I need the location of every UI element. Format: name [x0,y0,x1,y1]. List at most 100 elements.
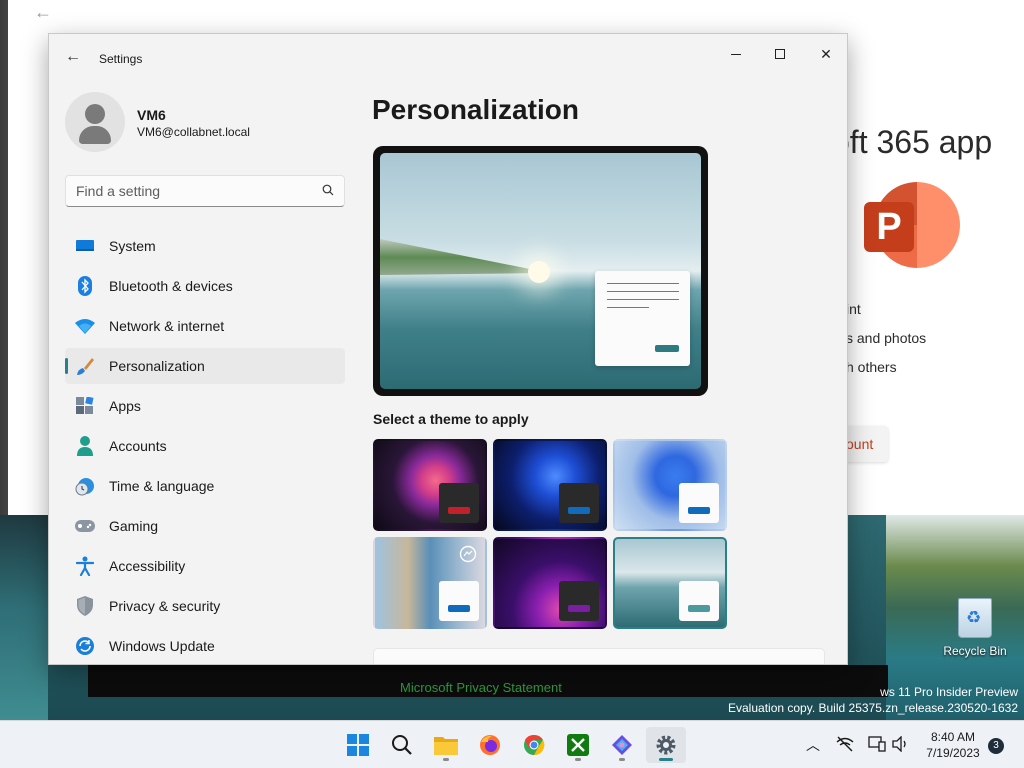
back-arrow-icon[interactable]: ← [65,48,81,66]
office-app-title: oft 365 app [832,124,993,160]
nav-label: Time & language [109,478,215,494]
avatar[interactable] [65,92,125,152]
taskbar-clock[interactable]: 8:40 AM 7/19/2023 [920,729,986,761]
firefox-button[interactable] [470,727,510,763]
gamepad-icon [75,516,95,536]
nav-label: Privacy & security [109,598,221,614]
chevron-up-icon: ︿ [806,737,820,753]
powerpoint-logo-icon: P [864,182,960,270]
chrome-button[interactable] [514,727,554,763]
display-icon [868,736,886,752]
clock-globe-icon [75,476,95,496]
recycle-bin-shortcut[interactable]: ♻ Recycle Bin [942,598,1008,658]
theme-section-heading: Select a theme to apply [373,411,529,427]
start-button[interactable] [338,727,378,763]
nav-item-network[interactable]: Network & internet [65,308,345,344]
nav-item-system[interactable]: System [65,228,345,264]
nav-label: Windows Update [109,638,215,654]
nav-label: Gaming [109,518,159,534]
os-watermark-line: Evaluation copy. Build 25375.zn_release.… [728,701,1018,715]
office-feature-line: s and photos [846,330,927,346]
minimize-icon [731,53,741,55]
nav-item-gaming[interactable]: Gaming [65,508,345,544]
settings-icon [656,735,676,755]
show-hidden-icons-button[interactable]: ︿ [806,735,820,755]
apps-icon [75,396,95,416]
maximize-button[interactable] [757,40,803,68]
search-box[interactable] [65,175,345,207]
copilot-button[interactable] [602,727,642,763]
system-icon [75,236,95,256]
nav-label: Accounts [109,438,167,454]
settings-taskbar-button[interactable] [646,727,686,763]
privacy-statement-link[interactable]: Microsoft Privacy Statement [400,680,562,695]
network-status-button[interactable] [836,736,854,755]
accounts-icon [75,436,95,456]
theme-tile-lake[interactable] [613,537,727,629]
theme-tile-flower[interactable] [373,439,487,531]
theme-tile-spotlight[interactable] [373,537,487,629]
file-explorer-icon [434,737,458,755]
nav-label: Personalization [109,358,205,374]
os-watermark-line: ws 11 Pro Insider Preview [880,685,1018,699]
search-input[interactable] [76,183,306,199]
xbox-button[interactable] [558,727,598,763]
start-icon [347,734,369,756]
nav-label: System [109,238,156,254]
maximize-icon [775,49,785,59]
file-explorer-button[interactable] [426,727,466,763]
nav-label: Apps [109,398,141,414]
nav-label: Network & internet [109,318,225,334]
nav-item-accessibility[interactable]: Accessibility [65,548,345,584]
theme-tile-bloom-dark[interactable] [493,439,607,531]
firefox-icon [480,735,500,755]
office-feature-line: int [846,301,861,317]
back-arrow-icon[interactable]: ← [34,2,52,23]
clock-time: 8:40 AM [930,730,976,744]
close-button[interactable]: ✕ [803,40,847,68]
office-feature-line: h others [846,359,897,375]
shield-icon [75,596,95,616]
spotlight-icon [459,545,477,563]
display-status-button[interactable] [868,736,886,755]
chrome-icon [524,734,545,756]
recycle-bin-label: Recycle Bin [943,644,1007,658]
network-disconnected-icon [836,736,854,752]
desktop-wallpaper-lake [0,515,48,720]
wallpaper-preview [380,153,701,389]
theme-tile-bloom-light[interactable] [613,439,727,531]
settings-card[interactable] [373,648,825,664]
accessibility-icon [75,556,95,576]
title-bar[interactable]: ← Settings ✕ [49,34,847,80]
nav-item-apps[interactable]: Apps [65,388,345,424]
minimize-button[interactable] [713,40,759,68]
notification-badge[interactable]: 3 [988,738,1004,754]
nav-item-windows-update[interactable]: Windows Update [65,628,345,664]
volume-button[interactable] [892,735,910,755]
user-email: VM6@collabnet.local [137,125,250,139]
nav-label: Accessibility [109,558,186,574]
copilot-icon [612,735,632,755]
search-icon[interactable] [322,184,334,196]
nav-item-privacy-security[interactable]: Privacy & security [65,588,345,624]
taskbar: ︿ 8:40 AM 7/19/2023 3 [0,720,1024,768]
nav-item-accounts[interactable]: Accounts [65,428,345,464]
search-taskbar-button[interactable] [382,727,422,763]
network-icon [75,316,95,336]
nav-item-bluetooth[interactable]: Bluetooth & devices [65,268,345,304]
update-icon [75,636,95,656]
page-title: Personalization [372,94,579,125]
theme-tile-glow[interactable] [493,537,607,629]
xbox-icon [567,734,589,756]
volume-icon [892,735,906,753]
close-icon: ✕ [820,45,832,62]
search-icon [392,735,412,755]
paintbrush-icon [75,356,95,376]
window-title: Settings [99,52,143,66]
recycle-bin-icon: ♻ [958,598,992,638]
nav-label: Bluetooth & devices [109,278,233,294]
bluetooth-icon [75,276,95,296]
nav-item-time-language[interactable]: Time & language [65,468,345,504]
nav-item-personalization[interactable]: Personalization [65,348,345,384]
settings-nav: System Bluetooth & devices Network & int… [65,228,345,664]
